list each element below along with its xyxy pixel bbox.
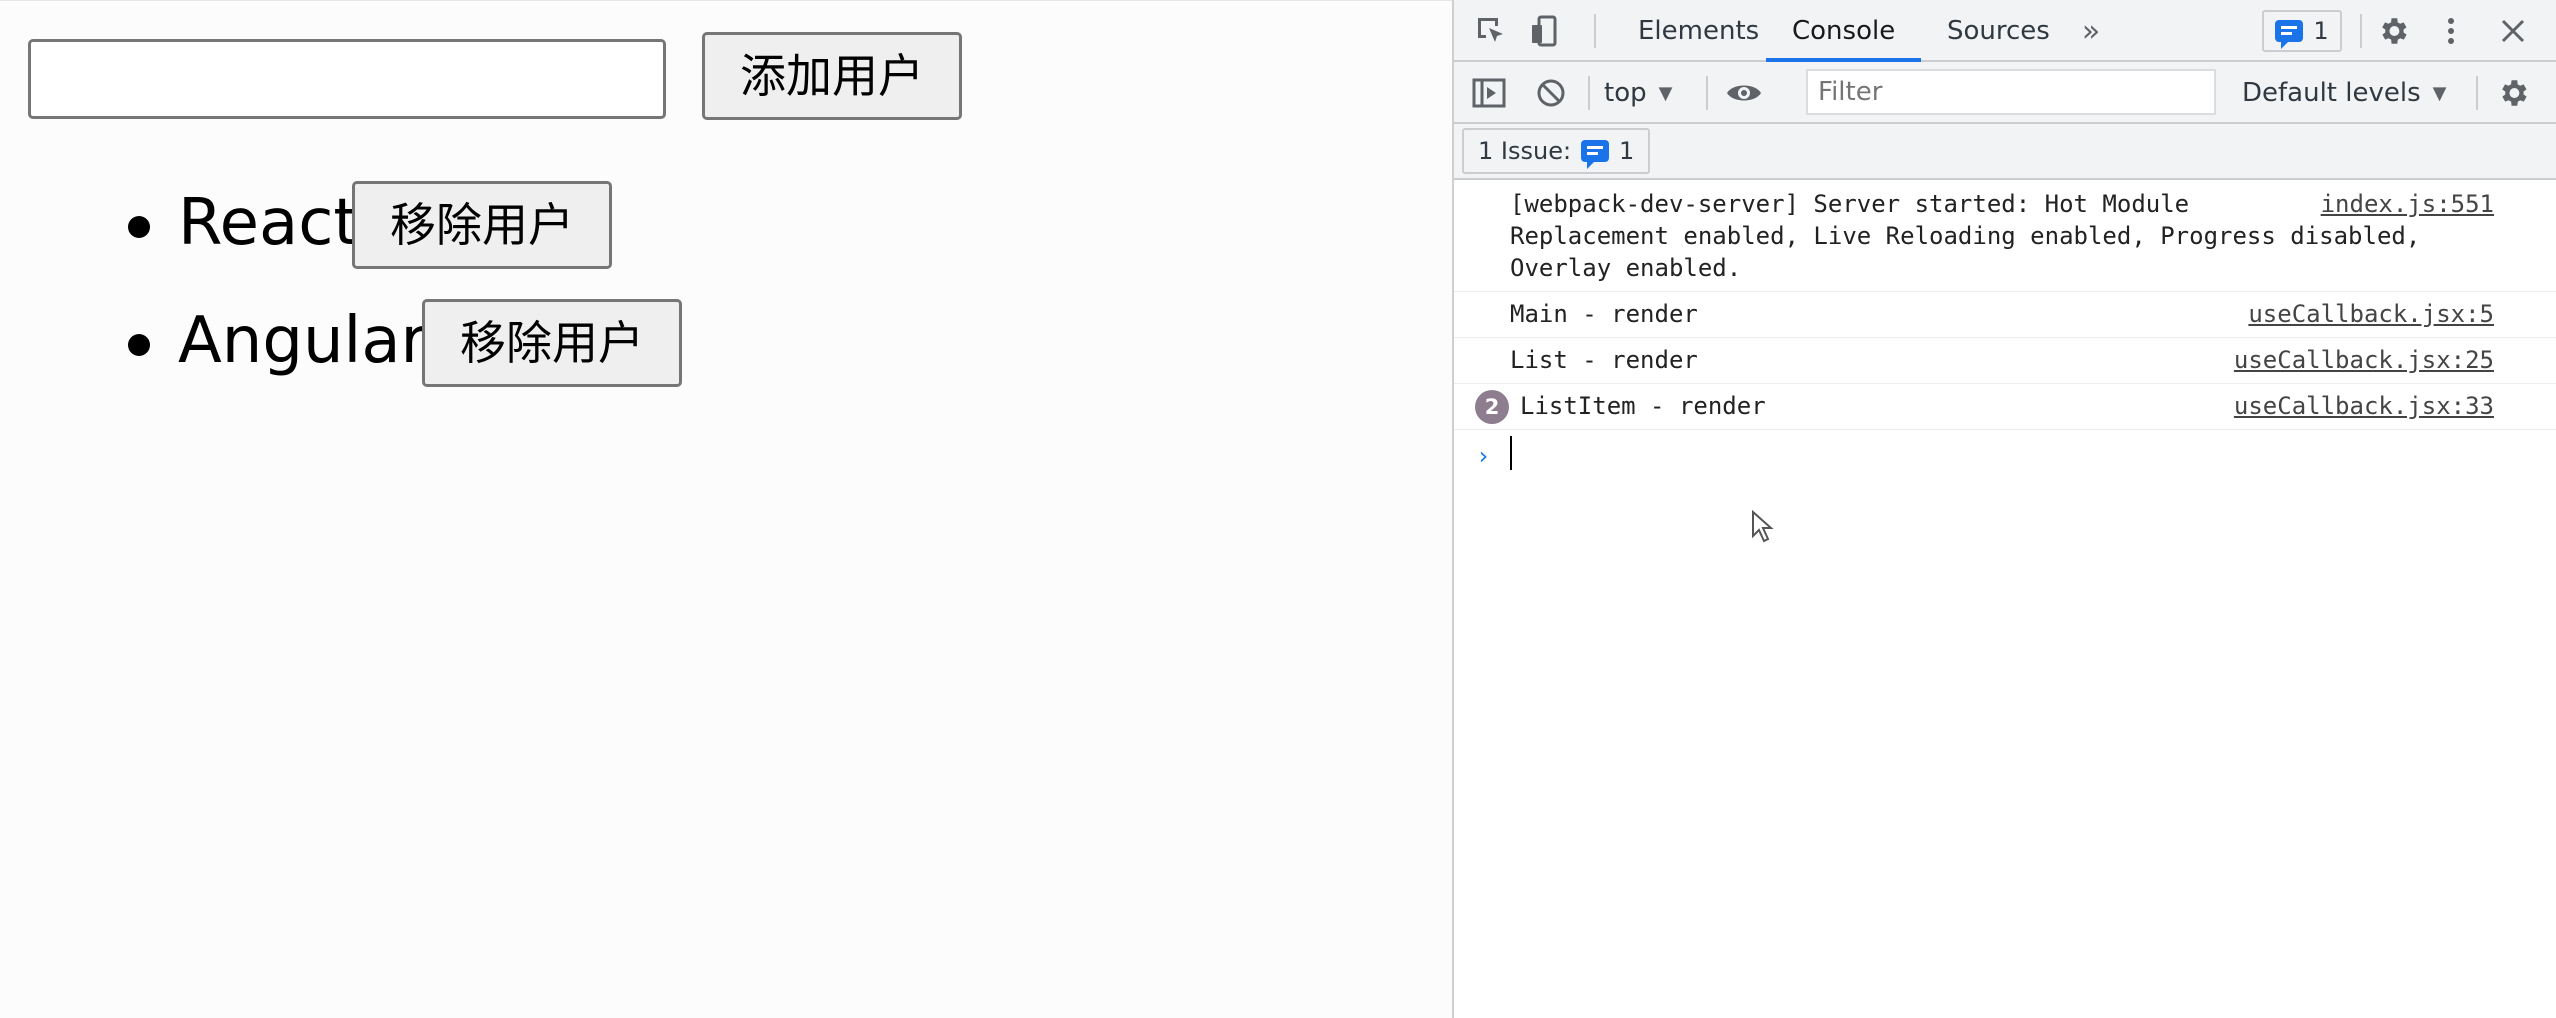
context-label: top [1604, 78, 1647, 108]
console-message: List - render useCallback.jsx:25 [1454, 338, 2556, 384]
console-filter-input[interactable] [1806, 69, 2216, 115]
tab-console[interactable]: Console [1766, 0, 1922, 62]
toolbar-divider [2360, 14, 2362, 48]
bullet-icon [128, 216, 150, 238]
log-levels-label: Default levels [2242, 78, 2421, 108]
dropdown-arrow-icon: ▼ [2432, 82, 2447, 104]
console-source-link[interactable]: useCallback.jsx:25 [2234, 344, 2494, 376]
console-messages: [webpack-dev-server] Server started: Hot… [1454, 180, 2556, 1018]
live-expression-eye-icon[interactable] [1722, 74, 1766, 112]
devtools-tabbar: Elements Console Sources » 1 [1454, 0, 2556, 62]
issues-count: 1 [1619, 137, 1635, 165]
toolbar-divider [1588, 76, 1590, 110]
console-message-text-line: Overlay enabled. [1510, 254, 1742, 282]
issues-badge-count: 1 [2313, 17, 2329, 45]
log-levels-dropdown[interactable]: Default levels ▼ [2242, 72, 2446, 114]
issues-label: 1 Issue: [1478, 137, 1572, 165]
issues-bar: 1 Issue: 1 [1454, 124, 2556, 180]
user-name: Angular [178, 304, 427, 378]
toolbar-divider [1594, 14, 1596, 48]
context-selector[interactable]: top ▼ [1604, 72, 1672, 114]
chevron-double-right-icon[interactable]: » [2076, 14, 2106, 49]
more-options-icon[interactable] [2436, 12, 2466, 50]
settings-gear-icon[interactable] [2374, 12, 2412, 50]
console-message-text-line: Replacement enabled, Live Reloading enab… [1510, 222, 2421, 250]
remove-user-button[interactable]: 移除用户 [422, 299, 682, 387]
list-item: Angular 移除用户 [0, 299, 700, 387]
issues-button[interactable]: 1 Issue: 1 [1462, 128, 1651, 174]
toolbar-divider [2476, 76, 2478, 110]
console-settings-gear-icon[interactable] [2494, 74, 2532, 112]
console-source-link[interactable]: useCallback.jsx:33 [2234, 390, 2494, 422]
console-message: 2 ListItem - render useCallback.jsx:33 [1454, 384, 2556, 430]
inspect-element-icon[interactable] [1472, 12, 1510, 50]
console-message: Main - render useCallback.jsx:5 [1454, 292, 2556, 338]
dropdown-arrow-icon: ▼ [1658, 82, 1673, 104]
issues-badge-button[interactable]: 1 [2262, 10, 2342, 52]
bullet-icon [128, 334, 150, 356]
console-message: [webpack-dev-server] Server started: Hot… [1454, 180, 2556, 292]
console-toolbar: top ▼ Default levels ▼ [1454, 62, 2556, 124]
add-user-button[interactable]: 添加用户 [702, 32, 962, 120]
console-message-text-line: [webpack-dev-server] Server started: Hot… [1510, 190, 2190, 218]
close-icon[interactable] [2494, 12, 2532, 50]
list-item: React 移除用户 [0, 181, 640, 269]
console-input-caret[interactable] [1510, 436, 1512, 470]
clear-console-icon[interactable] [1532, 74, 1570, 112]
device-toolbar-icon[interactable] [1526, 12, 1564, 50]
username-input[interactable] [28, 39, 666, 119]
user-name: React [178, 186, 359, 260]
mouse-cursor-icon [1752, 510, 1774, 543]
console-source-link[interactable]: index.js:551 [2321, 188, 2494, 220]
devtools-panel: Elements Console Sources » 1 top ▼ Filte… [1452, 0, 2556, 1018]
message-icon [1581, 140, 1610, 169]
console-message-text: List - render [1510, 346, 1698, 374]
console-message-text: ListItem - render [1520, 392, 1766, 420]
tab-elements[interactable]: Elements [1634, 0, 1763, 62]
tab-sources[interactable]: Sources [1943, 0, 2054, 62]
page-viewport: 添加用户 React 移除用户 Angular 移除用户 [0, 0, 1452, 1018]
toolbar-divider [1706, 76, 1708, 110]
sidebar-toggle-icon[interactable] [1470, 74, 1508, 112]
console-prompt-chevron-icon: › [1476, 442, 1491, 470]
remove-user-button[interactable]: 移除用户 [352, 181, 612, 269]
console-source-link[interactable]: useCallback.jsx:5 [2248, 298, 2494, 330]
repeat-count-badge: 2 [1475, 390, 1509, 424]
console-message-text: Main - render [1510, 300, 1698, 328]
message-icon [2275, 20, 2304, 49]
